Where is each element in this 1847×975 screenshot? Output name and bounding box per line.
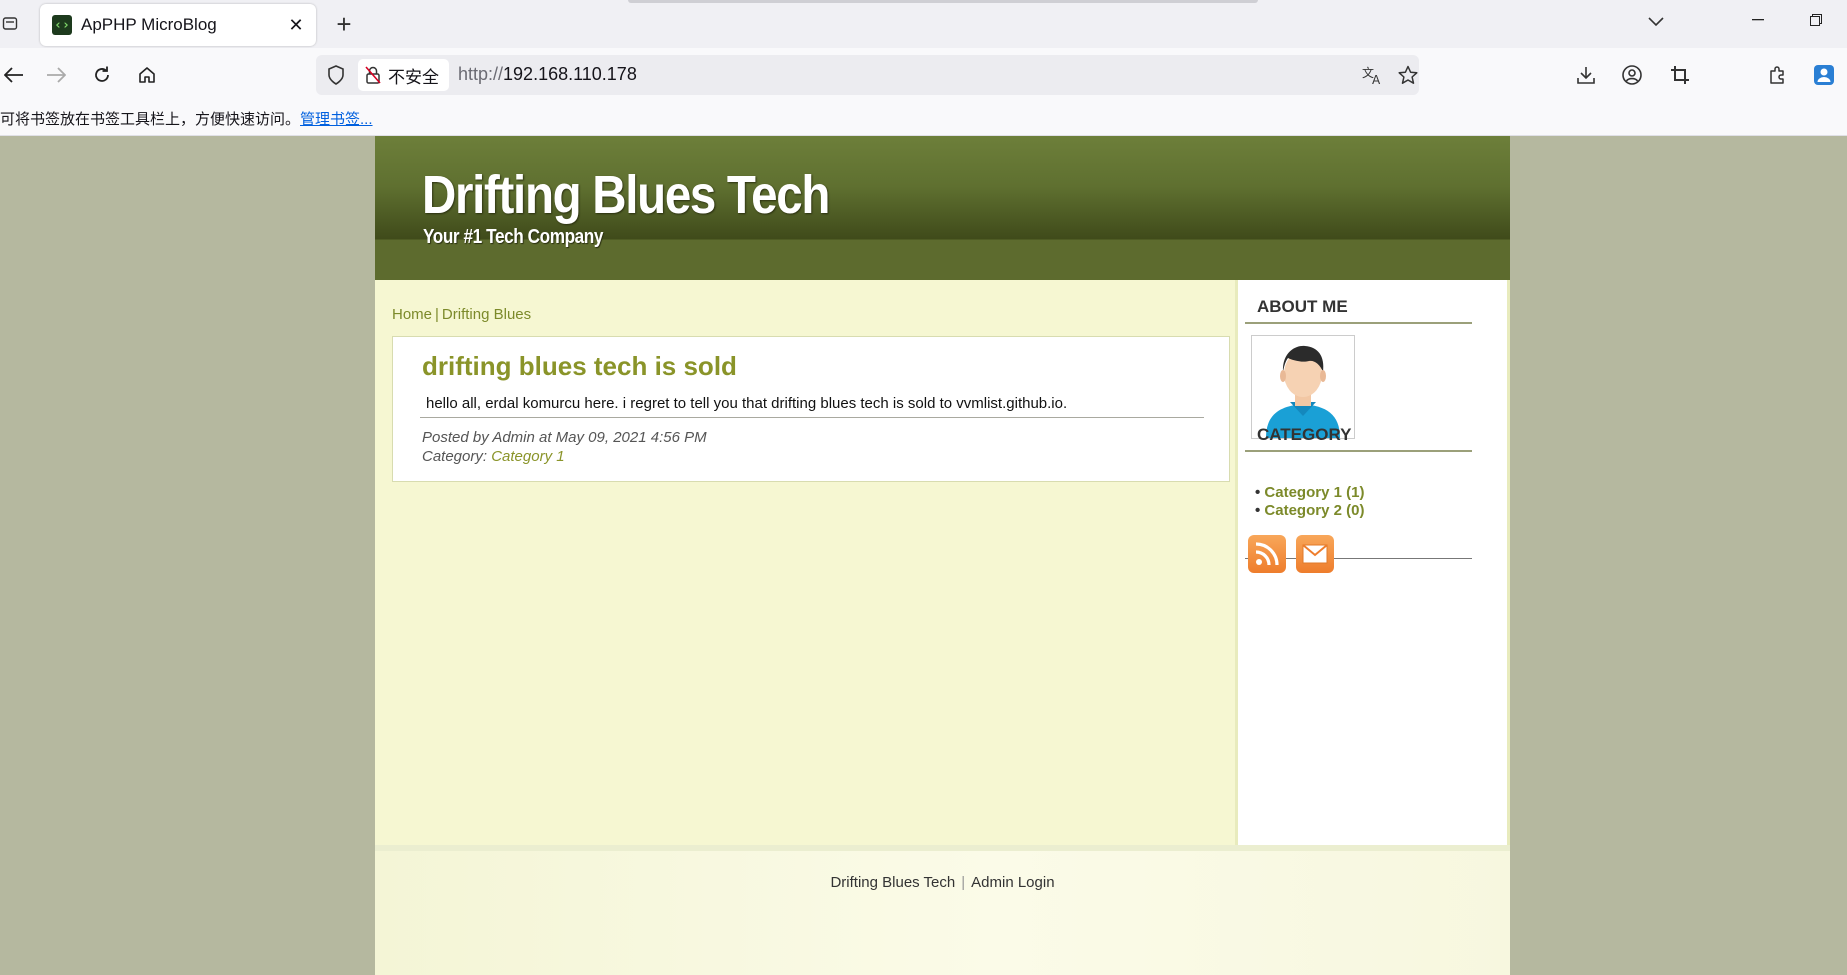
breadcrumb-separator: | [435, 306, 439, 323]
chevron-down-icon[interactable] [1644, 10, 1668, 34]
insecure-connection-badge[interactable]: 不安全 [358, 59, 449, 91]
breadcrumb-home-link[interactable]: Home [392, 306, 432, 323]
download-icon[interactable] [1572, 61, 1600, 89]
profile-icon[interactable] [1810, 61, 1838, 89]
insecure-lock-icon [365, 66, 381, 84]
tab-title: ApPHP MicroBlog [81, 15, 217, 34]
blog-post: drifting blues tech is sold hello all, e… [392, 336, 1230, 482]
sidebar: ABOUT ME CATEGORY • Category 1 (1) • Cat… [1238, 280, 1510, 845]
screenshot-crop-icon[interactable] [1666, 61, 1694, 89]
breadcrumb-current-link[interactable]: Drifting Blues [442, 306, 531, 323]
browser-tab-active[interactable]: ‹› ApPHP MicroBlog ✕ [40, 4, 316, 46]
url-text[interactable]: http://192.168.110.178 [458, 64, 637, 85]
tab-list-icon[interactable] [0, 12, 20, 34]
category-list: • Category 1 (1) • Category 2 (0) [1255, 484, 1364, 520]
extensions-icon[interactable] [1764, 61, 1792, 89]
shield-icon[interactable] [324, 63, 348, 87]
category-bullet: • [1255, 484, 1265, 501]
tab-close-icon[interactable]: ✕ [284, 13, 308, 37]
post-title[interactable]: drifting blues tech is sold [422, 351, 737, 382]
post-divider [420, 417, 1204, 418]
bookmark-hint-text: 可将书签放在书签工具栏上，方便快速访问。 [0, 111, 301, 128]
about-me-heading: ABOUT ME [1257, 297, 1348, 316]
footer-separator: | [961, 874, 966, 891]
translate-icon[interactable]: 文A [1361, 63, 1385, 87]
category-divider [1245, 450, 1472, 452]
url-protocol: http:// [458, 64, 504, 84]
blog-page: Drifting Blues Tech Your #1 Tech Company… [375, 136, 1510, 975]
post-category-link[interactable]: Category 1 [491, 448, 564, 465]
category-bullet: • [1255, 502, 1265, 519]
post-body: hello all, erdal komurcu here. i regret … [426, 395, 1068, 412]
url-host: 192.168.110.178 [503, 64, 637, 84]
about-me-divider [1245, 322, 1472, 324]
url-bar[interactable]: 不安全 http://192.168.110.178 文A [316, 55, 1419, 95]
breadcrumb: Home | Drifting Blues [392, 306, 531, 323]
site-tagline: Your #1 Tech Company [423, 226, 604, 248]
user-avatar-icon [1266, 345, 1340, 438]
insecure-label: 不安全 [388, 67, 439, 87]
bookmark-toolbar: 可将书签放在书签工具栏上，方便快速访问。管理书签... [0, 102, 1847, 136]
email-icon[interactable] [1296, 535, 1334, 573]
footer-links: Drifting Blues Tech | Admin Login [375, 874, 1510, 891]
post-author-date: Posted by Admin at May 09, 2021 4:56 PM [422, 429, 707, 446]
rss-feed-icon[interactable] [1248, 535, 1286, 573]
minimize-icon[interactable] [1743, 8, 1773, 32]
category-item: • Category 2 (0) [1255, 502, 1364, 520]
bookmark-star-icon[interactable] [1396, 63, 1420, 87]
reload-icon[interactable] [88, 61, 116, 89]
browser-tab-bar: ‹› ApPHP MicroBlog ✕ + [0, 0, 1847, 48]
svg-text:A: A [1372, 73, 1381, 85]
category-link[interactable]: Category 1 (1) [1264, 484, 1364, 501]
site-header: Drifting Blues Tech Your #1 Tech Company [375, 136, 1510, 280]
category-heading: CATEGORY [1257, 425, 1352, 444]
site-title[interactable]: Drifting Blues Tech [422, 164, 830, 226]
forward-arrow-icon[interactable] [42, 61, 70, 89]
new-tab-button[interactable]: + [329, 9, 359, 39]
avatar [1251, 335, 1355, 439]
main-content: Home | Drifting Blues drifting blues tech … [375, 280, 1238, 845]
site-footer: Drifting Blues Tech | Admin Login [375, 845, 1510, 975]
browser-nav-bar: 不安全 http://192.168.110.178 文A [0, 48, 1847, 102]
footer-site-link[interactable]: Drifting Blues Tech [830, 874, 955, 891]
apphp-favicon-icon: ‹› [52, 15, 72, 35]
manage-bookmarks-link[interactable]: 管理书签... [300, 111, 373, 128]
window-drag-indicator [628, 0, 1258, 3]
post-meta: Posted by Admin at May 09, 2021 4:56 PM … [422, 428, 707, 466]
category-item: • Category 1 (1) [1255, 484, 1364, 502]
admin-login-link[interactable]: Admin Login [971, 874, 1054, 891]
account-icon[interactable] [1618, 61, 1646, 89]
post-category-label: Category: [422, 448, 492, 465]
home-icon[interactable] [133, 61, 161, 89]
restore-icon[interactable] [1801, 8, 1831, 32]
category-link[interactable]: Category 2 (0) [1264, 502, 1364, 519]
back-arrow-icon[interactable] [0, 61, 28, 89]
